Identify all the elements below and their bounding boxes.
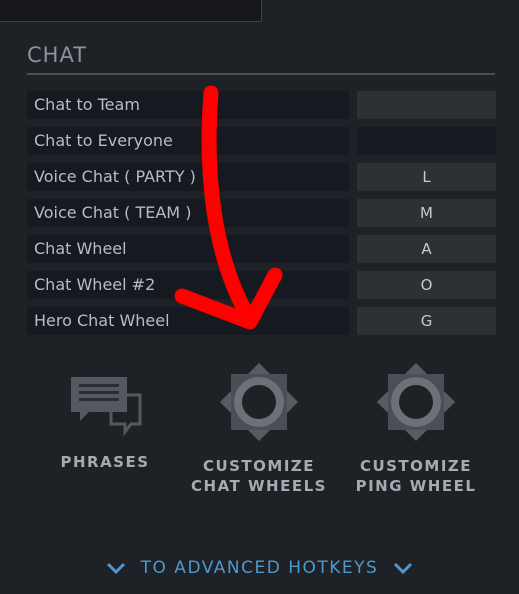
customize-chat-wheels-label-line2: CHAT WHEELS xyxy=(191,477,327,495)
hotkey-binding-button[interactable]: G xyxy=(357,307,496,335)
customize-ping-wheel-label-line2: PING WHEEL xyxy=(355,477,477,495)
hotkey-binding-button[interactable] xyxy=(357,91,496,119)
hotkey-label: Chat Wheel #2 xyxy=(27,271,349,299)
hotkey-row-chat-wheel-2: Chat Wheel #2 O xyxy=(27,271,496,299)
customize-chat-wheels-label-line1: CUSTOMIZE xyxy=(202,457,316,475)
top-panel-edge xyxy=(0,0,262,22)
hotkey-binding-button[interactable]: M xyxy=(357,199,496,227)
hotkey-binding-button[interactable]: A xyxy=(357,235,496,263)
section-title: CHAT xyxy=(27,43,88,67)
chat-bubbles-icon xyxy=(71,377,142,437)
phrases-label: PHRASES xyxy=(60,453,150,471)
hotkey-label: Chat to Team xyxy=(27,91,349,119)
wheel-icon xyxy=(377,363,455,441)
hotkey-row-chat-wheel: Chat Wheel A xyxy=(27,235,496,263)
hotkey-row-chat-to-team: Chat to Team xyxy=(27,91,496,119)
section-divider xyxy=(27,73,495,75)
hotkey-label: Chat Wheel xyxy=(27,235,349,263)
hotkey-list: Chat to Team Chat to Everyone Voice Chat… xyxy=(27,91,496,343)
hotkey-label: Chat to Everyone xyxy=(27,127,349,155)
advanced-hotkeys-label: TO ADVANCED HOTKEYS xyxy=(140,558,379,578)
hotkey-row-voice-chat-team: Voice Chat ( TEAM ) M xyxy=(27,199,496,227)
phrases-button[interactable]: PHRASES xyxy=(30,362,180,472)
chevron-down-icon xyxy=(394,562,413,575)
chevron-down-icon xyxy=(106,562,125,575)
hotkey-binding-button[interactable]: L xyxy=(357,163,496,191)
wheel-icon xyxy=(220,363,298,441)
hotkey-row-voice-chat-party: Voice Chat ( PARTY ) L xyxy=(27,163,496,191)
hotkey-row-chat-to-everyone: Chat to Everyone xyxy=(27,127,496,155)
hotkey-binding-button[interactable] xyxy=(357,127,496,155)
hotkey-label: Voice Chat ( PARTY ) xyxy=(27,163,349,191)
hotkey-binding-button[interactable]: O xyxy=(357,271,496,299)
advanced-hotkeys-link[interactable]: TO ADVANCED HOTKEYS xyxy=(0,558,519,578)
hotkey-row-hero-chat-wheel: Hero Chat Wheel G xyxy=(27,307,496,335)
customize-ping-wheel-label-line1: CUSTOMIZE xyxy=(359,457,473,475)
hotkey-label: Voice Chat ( TEAM ) xyxy=(27,199,349,227)
customize-chat-wheels-button[interactable]: CUSTOMIZE CHAT WHEELS xyxy=(184,362,334,496)
customize-ping-wheel-button[interactable]: CUSTOMIZE PING WHEEL xyxy=(341,362,491,496)
hotkey-label: Hero Chat Wheel xyxy=(27,307,349,335)
